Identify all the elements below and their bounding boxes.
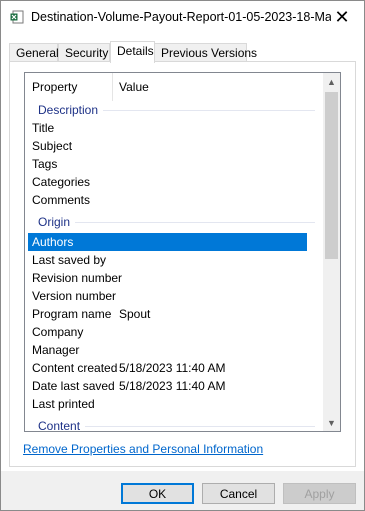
list-item[interactable]: Last saved by [25,251,321,269]
tab-general[interactable]: General [9,43,59,61]
dialog-footer: OK Cancel Apply [1,471,364,510]
property-name: Title [32,121,55,135]
list-item[interactable]: Tags [25,155,321,173]
property-list[interactable]: Property Value Description Title Subject… [24,72,341,432]
list-item[interactable]: Subject [25,137,321,155]
list-header: Property Value [25,73,321,101]
ok-button[interactable]: OK [121,483,194,504]
tab-previous-versions[interactable]: Previous Versions [154,43,257,61]
property-name: Date last saved [32,379,115,393]
list-item[interactable]: Content created 5/18/2023 11:40 AM [25,359,321,377]
group-divider [39,222,315,223]
column-header-property[interactable]: Property [26,80,112,94]
list-item[interactable]: Title [25,119,321,137]
scroll-down-arrow-icon[interactable]: ▼ [323,414,340,431]
vertical-scrollbar[interactable]: ▲ ▼ [323,73,340,431]
scrollbar-thumb[interactable] [325,92,338,259]
group-origin: Origin [25,213,321,231]
excel-file-icon [10,10,24,24]
property-name: Authors [32,235,74,249]
close-icon: ✕ [334,7,350,27]
property-name: Program name [32,307,112,321]
list-item-selected[interactable]: Authors [28,233,307,251]
list-item[interactable]: Manager [25,341,321,359]
property-name: Tags [32,157,58,171]
property-name: Content created [32,361,118,375]
property-name: Manager [32,343,80,357]
tab-details[interactable]: Details [110,41,155,63]
list-item[interactable]: Version number [25,287,321,305]
group-title: Origin [38,213,76,231]
list-item[interactable]: Last printed [25,395,321,413]
property-name: Last printed [32,397,95,411]
group-title: Description [38,101,104,119]
remove-properties-link[interactable]: Remove Properties and Personal Informati… [23,442,263,456]
property-value: Spout [119,307,151,321]
group-description: Description [25,101,321,119]
details-panel: Property Value Description Title Subject… [9,61,356,467]
property-value: 5/18/2023 11:40 AM [119,379,226,393]
title-bar: Destination-Volume-Payout-Report-01-05-2… [1,1,364,34]
properties-dialog: Destination-Volume-Payout-Report-01-05-2… [0,0,365,511]
property-name: Categories [32,175,91,189]
property-name: Subject [32,139,73,153]
property-name: Version number [32,289,117,303]
apply-button[interactable]: Apply [283,483,356,504]
group-title: Content [38,417,86,431]
property-value: 5/18/2023 11:40 AM [119,361,226,375]
list-item[interactable]: Categories [25,173,321,191]
window-title: Destination-Volume-Payout-Report-01-05-2… [31,10,331,24]
property-name: Comments [32,193,91,207]
group-content: Content [25,417,321,431]
tab-security[interactable]: Security [58,43,110,61]
property-name: Company [32,325,84,339]
tab-strip: General Security Details Previous Versio… [9,41,359,63]
column-header-value[interactable]: Value [112,73,312,101]
list-item[interactable]: Date last saved 5/18/2023 11:40 AM [25,377,321,395]
list-item[interactable]: Company [25,323,321,341]
list-item[interactable]: Comments [25,191,321,209]
close-button[interactable]: ✕ [320,1,364,33]
list-item[interactable]: Revision number [25,269,321,287]
scroll-up-arrow-icon[interactable]: ▲ [323,73,340,90]
cancel-button[interactable]: Cancel [202,483,275,504]
list-item[interactable]: Program name Spout [25,305,321,323]
property-name: Last saved by [32,253,107,267]
property-name: Revision number [32,271,123,285]
